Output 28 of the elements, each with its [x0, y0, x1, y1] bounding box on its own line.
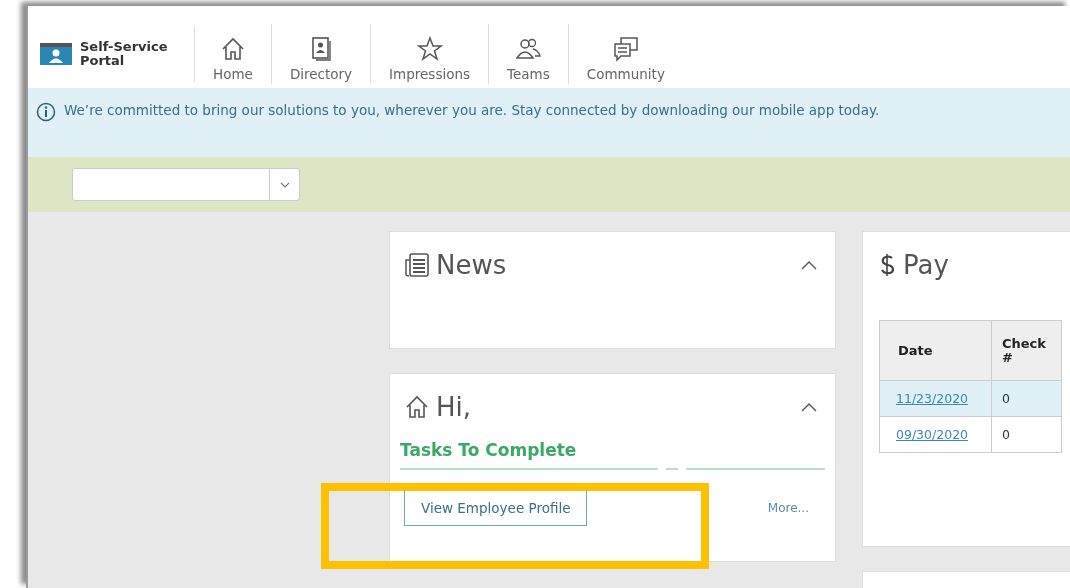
info-icon	[36, 102, 56, 122]
portal-logo-icon	[40, 43, 72, 65]
star-icon	[416, 36, 443, 62]
card-title: Hi,	[436, 392, 472, 422]
section-heading: Tasks To Complete	[400, 440, 578, 460]
chevron-up-icon	[801, 260, 817, 270]
info-message: We’re committed to bring our solutions to you, wherever you are. Stay connected by downloading our mobile app today.	[64, 102, 880, 118]
chevron-down-icon	[279, 181, 290, 188]
card-title: Pay	[903, 250, 949, 280]
people-icon	[515, 36, 542, 62]
card-title: News	[436, 250, 507, 280]
nav-tab[interactable]: Directory	[271, 24, 372, 84]
portal-title: Self-Service Portal	[80, 40, 169, 68]
nav-tab[interactable]: Impressions	[371, 24, 490, 84]
column-header: Date	[879, 320, 992, 381]
speech-bubbles-icon	[612, 36, 639, 62]
column-header: Check #	[991, 320, 1062, 381]
nav-tab[interactable]: Community	[568, 24, 683, 84]
nav-tab[interactable]: Teams	[489, 24, 569, 84]
newspaper-icon	[404, 252, 430, 278]
chevron-up-icon	[801, 402, 817, 412]
home-icon	[404, 394, 430, 420]
table-cell: 0	[991, 416, 1062, 453]
nav-tab[interactable]: Home	[195, 24, 272, 84]
table-cell: 0	[991, 380, 1062, 417]
select-field[interactable]	[72, 168, 300, 201]
more-link[interactable]: More...	[767, 501, 809, 515]
view-profile-button[interactable]: View Employee Profile	[404, 490, 588, 526]
